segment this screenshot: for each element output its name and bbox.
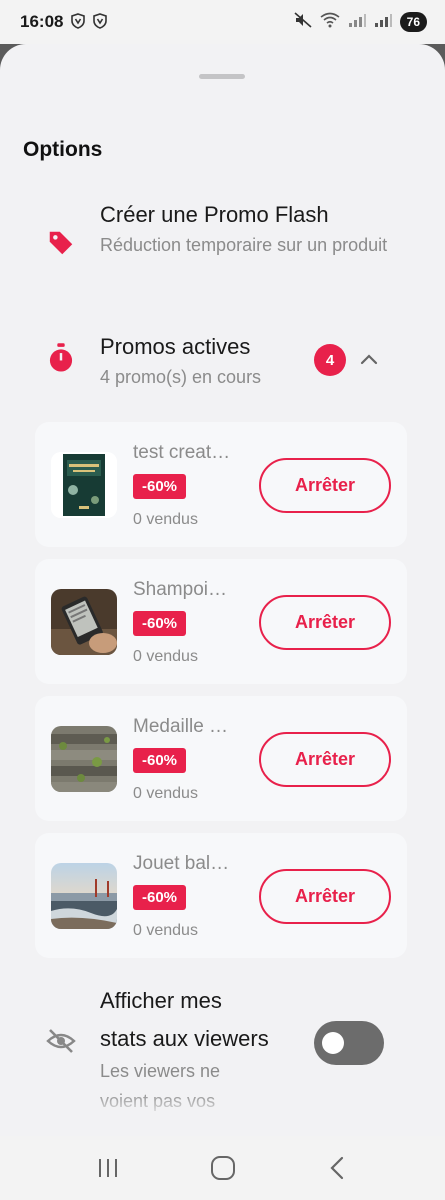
product-name: Medaille …	[133, 716, 229, 737]
signal-icon	[348, 12, 366, 33]
drag-handle[interactable]	[199, 74, 245, 79]
status-left: 16:08	[20, 12, 108, 32]
promo-card: Medaille … -60% 0 vendus Arrêter	[35, 696, 407, 821]
tag-icon	[46, 228, 76, 263]
product-thumbnail	[51, 589, 117, 655]
create-promo-flash-row[interactable]: Créer une Promo Flash Réduction temporai…	[0, 194, 445, 294]
promo-card: Shampoi… -60% 0 vendus Arrêter	[35, 559, 407, 684]
product-name: Jouet bal…	[133, 853, 230, 874]
stats-visibility-toggle[interactable]	[314, 1021, 384, 1065]
stop-promo-button[interactable]: Arrêter	[259, 732, 391, 787]
status-time: 16:08	[20, 12, 64, 31]
discount-badge: -60%	[133, 885, 187, 910]
mute-icon	[294, 11, 312, 33]
discount-badge: -60%	[133, 474, 187, 499]
system-nav-bar	[0, 1136, 445, 1200]
eye-off-icon	[46, 1028, 76, 1059]
wifi-icon	[320, 12, 340, 33]
toggle-knob	[322, 1032, 344, 1054]
status-right: 76	[294, 11, 427, 33]
sold-count: 0 vendus	[133, 648, 198, 665]
stats-title-line1: Afficher mes	[100, 988, 222, 1013]
shield-icon	[93, 12, 108, 32]
product-thumbnail	[51, 452, 117, 518]
sold-count: 0 vendus	[133, 922, 198, 939]
product-name: test creat…	[133, 442, 231, 463]
recent-apps-icon[interactable]	[86, 1146, 130, 1190]
discount-badge: -60%	[133, 611, 187, 636]
product-thumbnail	[51, 863, 117, 929]
home-icon[interactable]	[201, 1146, 245, 1190]
battery-indicator: 76	[399, 12, 427, 32]
stop-promo-button[interactable]: Arrêter	[259, 869, 391, 924]
promo-flash-subtitle: Réduction temporaire sur un produit	[100, 235, 388, 255]
shield-icon	[71, 12, 86, 32]
promo-flash-title: Créer une Promo Flash	[100, 202, 329, 227]
signal-icon	[374, 12, 392, 33]
sold-count: 0 vendus	[133, 785, 198, 802]
promo-card: Jouet bal… -60% 0 vendus Arrêter	[35, 833, 407, 958]
active-promos-subtitle: 4 promo(s) en cours	[100, 367, 262, 387]
stop-promo-button[interactable]: Arrêter	[259, 458, 391, 513]
status-bar: 16:08 76	[0, 0, 445, 44]
chevron-up-icon[interactable]	[358, 349, 380, 371]
back-icon[interactable]	[316, 1146, 360, 1190]
options-sheet: Options Créer une Promo Flash Réduction …	[0, 44, 445, 1136]
active-promos-count-badge: 4	[314, 344, 346, 376]
stopwatch-icon	[46, 342, 76, 379]
scroll-fade	[0, 1092, 445, 1136]
sold-count: 0 vendus	[133, 511, 198, 528]
sheet-title: Options	[23, 138, 103, 161]
promo-card: test creat… -60% 0 vendus Arrêter	[35, 422, 407, 547]
discount-badge: -60%	[133, 748, 187, 773]
stop-promo-button[interactable]: Arrêter	[259, 595, 391, 650]
active-promos-title: Promos actives	[100, 334, 251, 359]
product-name: Shampoi…	[133, 579, 227, 600]
product-thumbnail	[51, 726, 117, 792]
stats-title-line2: stats aux viewers	[100, 1026, 269, 1051]
